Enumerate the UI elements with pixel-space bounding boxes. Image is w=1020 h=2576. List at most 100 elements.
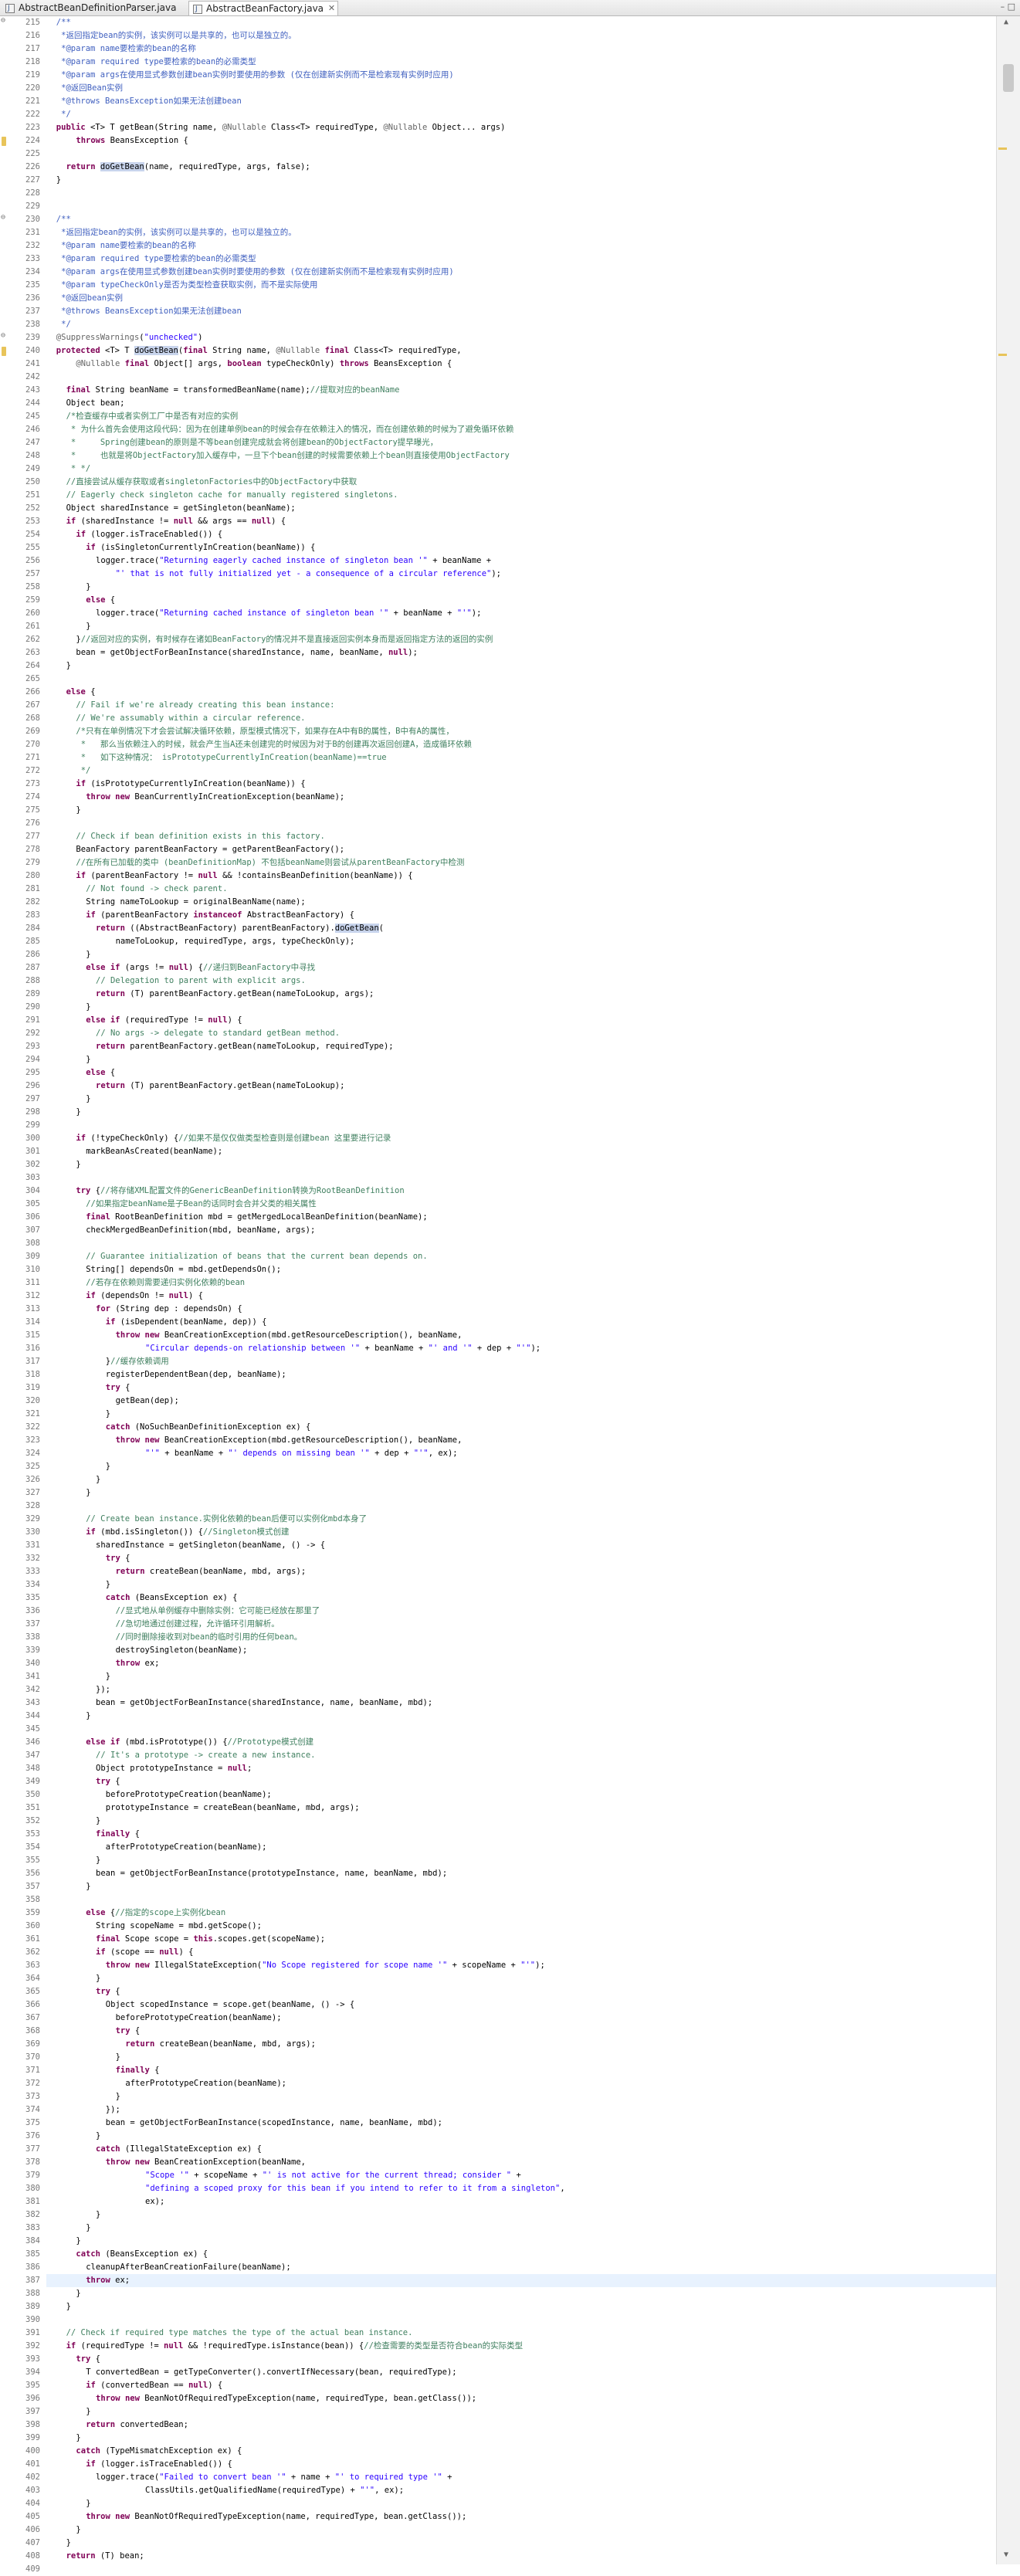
code-line[interactable] <box>46 1723 996 1736</box>
code-line[interactable] <box>46 187 996 200</box>
code-line[interactable]: "'" + beanName + "' depends on missing b… <box>46 1447 996 1460</box>
code-line[interactable]: String scopeName = mbd.getScope(); <box>46 1920 996 1933</box>
code-line[interactable]: registerDependentBean(dep, beanName); <box>46 1368 996 1381</box>
code-line[interactable]: if (logger.isTraceEnabled()) { <box>46 528 996 541</box>
code-line[interactable]: markBeanAsCreated(beanName); <box>46 1145 996 1158</box>
code-line[interactable]: } <box>46 2090 996 2103</box>
code-line[interactable]: *@param typeCheckOnly是否为类型检查获取实例，而不是实际使用 <box>46 279 996 292</box>
code-line[interactable]: try { <box>46 1985 996 1998</box>
code-line[interactable]: return createBean(beanName, mbd, args); <box>46 2038 996 2051</box>
code-line[interactable]: } <box>46 1473 996 1486</box>
code-line[interactable]: } <box>46 1158 996 1171</box>
code-line[interactable]: return (T) parentBeanFactory.getBean(nam… <box>46 988 996 1001</box>
code-line[interactable]: *@throws BeansException如果无法创建bean <box>46 305 996 318</box>
code-line[interactable]: bean = getObjectForBeanInstance(sharedIn… <box>46 646 996 659</box>
code-line[interactable]: Object sharedInstance = getSingleton(bea… <box>46 502 996 515</box>
code-line[interactable]: } <box>46 1460 996 1473</box>
code-line[interactable]: "' that is not fully initialized yet - a… <box>46 568 996 581</box>
code-line[interactable]: throw new BeanCurrentlyInCreationExcepti… <box>46 791 996 804</box>
code-line[interactable]: return ((AbstractBeanFactory) parentBean… <box>46 922 996 935</box>
code-line[interactable]: * 也就是将ObjectFactory加入缓存中，一旦下个bean创建的时候需要… <box>46 449 996 463</box>
code-line[interactable]: else {//指定的scope上实例化bean <box>46 1907 996 1920</box>
code-line[interactable]: *@param name要检索的bean的名称 <box>46 42 996 56</box>
code-line[interactable]: } <box>46 1001 996 1014</box>
code-line[interactable]: if (scope == null) { <box>46 1946 996 1959</box>
code-line[interactable]: // Not found -> check parent. <box>46 883 996 896</box>
code-line[interactable]: /*检查缓存中或者实例工厂中是否有对应的实例 <box>46 410 996 423</box>
code-line[interactable]: } <box>46 2432 996 2445</box>
code-line[interactable]: "Scope '" + scopeName + "' is not active… <box>46 2169 996 2182</box>
code-line[interactable] <box>46 1119 996 1132</box>
code-line[interactable]: beforePrototypeCreation(beanName); <box>46 1788 996 1802</box>
code-line[interactable]: catch (BeansException ex) { <box>46 1591 996 1605</box>
code-line[interactable]: try { <box>46 1381 996 1395</box>
code-line[interactable]: try { <box>46 2353 996 2366</box>
code-line[interactable]: // Check if required type matches the ty… <box>46 2327 996 2340</box>
code-line[interactable] <box>46 673 996 686</box>
code-line[interactable] <box>46 200 996 213</box>
code-line[interactable]: else { <box>46 594 996 607</box>
overview-warning-mark[interactable] <box>998 147 1007 150</box>
code-line[interactable]: } <box>46 1578 996 1591</box>
code-line[interactable]: //同时删除接收到对bean的临时引用的任何bean。 <box>46 1631 996 1644</box>
code-line[interactable]: "defining a scoped proxy for this bean i… <box>46 2182 996 2195</box>
code-line[interactable]: /*只有在单例情况下才会尝试解决循环依赖，原型模式情况下，如果存在A中有B的属性… <box>46 725 996 738</box>
code-line[interactable]: } <box>46 620 996 633</box>
code-line[interactable]: *@param args在使用显式参数创建bean实例时要使用的参数 (仅在创建… <box>46 266 996 279</box>
code-line[interactable]: bean = getObjectForBeanInstance(sharedIn… <box>46 1696 996 1710</box>
fold-toggle-icon[interactable] <box>1 331 6 343</box>
tab-abstract-bean-factory[interactable]: AbstractBeanFactory.java ✕ <box>188 1 339 16</box>
code-line[interactable]: } <box>46 1972 996 1985</box>
code-line[interactable]: if (!typeCheckOnly) {//如果不是仅仅做类型检查则是创建be… <box>46 1132 996 1145</box>
code-line[interactable]: throw new BeanNotOfRequiredTypeException… <box>46 2510 996 2523</box>
code-line[interactable]: catch (TypeMismatchException ex) { <box>46 2445 996 2458</box>
code-line[interactable]: if (logger.isTraceEnabled()) { <box>46 2458 996 2471</box>
scroll-down-icon[interactable]: ▼ <box>1004 2551 1008 2559</box>
code-line[interactable]: throw ex; <box>46 2274 996 2287</box>
code-line[interactable]: try { <box>46 2025 996 2038</box>
code-line[interactable]: if (sharedInstance != null && args == nu… <box>46 515 996 528</box>
code-line[interactable]: if (requiredType != null && !requiredTyp… <box>46 2340 996 2353</box>
code-line[interactable]: throw new BeanCreationException(mbd.getR… <box>46 1434 996 1447</box>
code-line[interactable]: finally { <box>46 2064 996 2077</box>
code-line[interactable]: if (isDependent(beanName, dep)) { <box>46 1316 996 1329</box>
code-line[interactable]: Object bean; <box>46 397 996 410</box>
fold-toggle-icon[interactable] <box>1 213 6 225</box>
code-line[interactable]: } <box>46 2563 996 2564</box>
code-line[interactable]: } <box>46 1710 996 1723</box>
code-line[interactable]: catch (BeansException ex) { <box>46 2248 996 2261</box>
code-line[interactable]: afterPrototypeCreation(beanName); <box>46 2077 996 2090</box>
code-line[interactable]: return createBean(beanName, mbd, args); <box>46 1565 996 1578</box>
code-line[interactable]: logger.trace("Failed to convert bean '" … <box>46 2471 996 2484</box>
code-line[interactable]: Object prototypeInstance = null; <box>46 1762 996 1775</box>
code-line[interactable]: String nameToLookup = originalBeanName(n… <box>46 896 996 909</box>
code-line[interactable]: else { <box>46 686 996 699</box>
code-line[interactable]: } <box>46 1486 996 1500</box>
code-line[interactable]: } <box>46 174 996 187</box>
code-line[interactable]: try {//将存储XML配置文件的GenericBeanDefinition转… <box>46 1185 996 1198</box>
warning-marker-icon[interactable] <box>2 137 6 146</box>
code-line[interactable]: T convertedBean = getTypeConverter().con… <box>46 2366 996 2379</box>
code-line[interactable]: *@返回bean实例 <box>46 292 996 305</box>
code-line[interactable]: // Eagerly check singleton cache for man… <box>46 489 996 502</box>
scrollbar-thumb[interactable] <box>1003 64 1014 92</box>
code-line[interactable]: } <box>46 2300 996 2313</box>
code-line[interactable]: // No args -> delegate to standard getBe… <box>46 1027 996 1040</box>
code-line[interactable]: // Guarantee initialization of beans tha… <box>46 1250 996 1263</box>
code-line[interactable]: } <box>46 1408 996 1421</box>
code-line[interactable]: return doGetBean(name, requiredType, arg… <box>46 161 996 174</box>
code-line[interactable]: } <box>46 1815 996 1828</box>
code-line[interactable]: BeanFactory parentBeanFactory = getParen… <box>46 843 996 856</box>
code-line[interactable]: throw new BeanCreationException(mbd.getR… <box>46 1329 996 1342</box>
code-line[interactable]: } <box>46 1053 996 1066</box>
code-line[interactable]: throw new IllegalStateException("No Scop… <box>46 1959 996 1972</box>
code-line[interactable]: Object scopedInstance = scope.get(beanNa… <box>46 1998 996 2012</box>
code-line[interactable]: // It's a prototype -> create a new inst… <box>46 1749 996 1762</box>
code-line[interactable]: final String beanName = transformedBeanN… <box>46 384 996 397</box>
code-line[interactable]: try { <box>46 1775 996 1788</box>
vertical-scrollbar[interactable]: ▲ ▼ <box>996 16 1020 2564</box>
code-line[interactable]: * 那么当依赖注入的时候，就会产生当A还未创建完的时候因为对于B的创建再次返回创… <box>46 738 996 751</box>
code-line[interactable]: } <box>46 2222 996 2235</box>
code-line[interactable]: */ <box>46 108 996 121</box>
code-line[interactable]: } <box>46 1670 996 1683</box>
